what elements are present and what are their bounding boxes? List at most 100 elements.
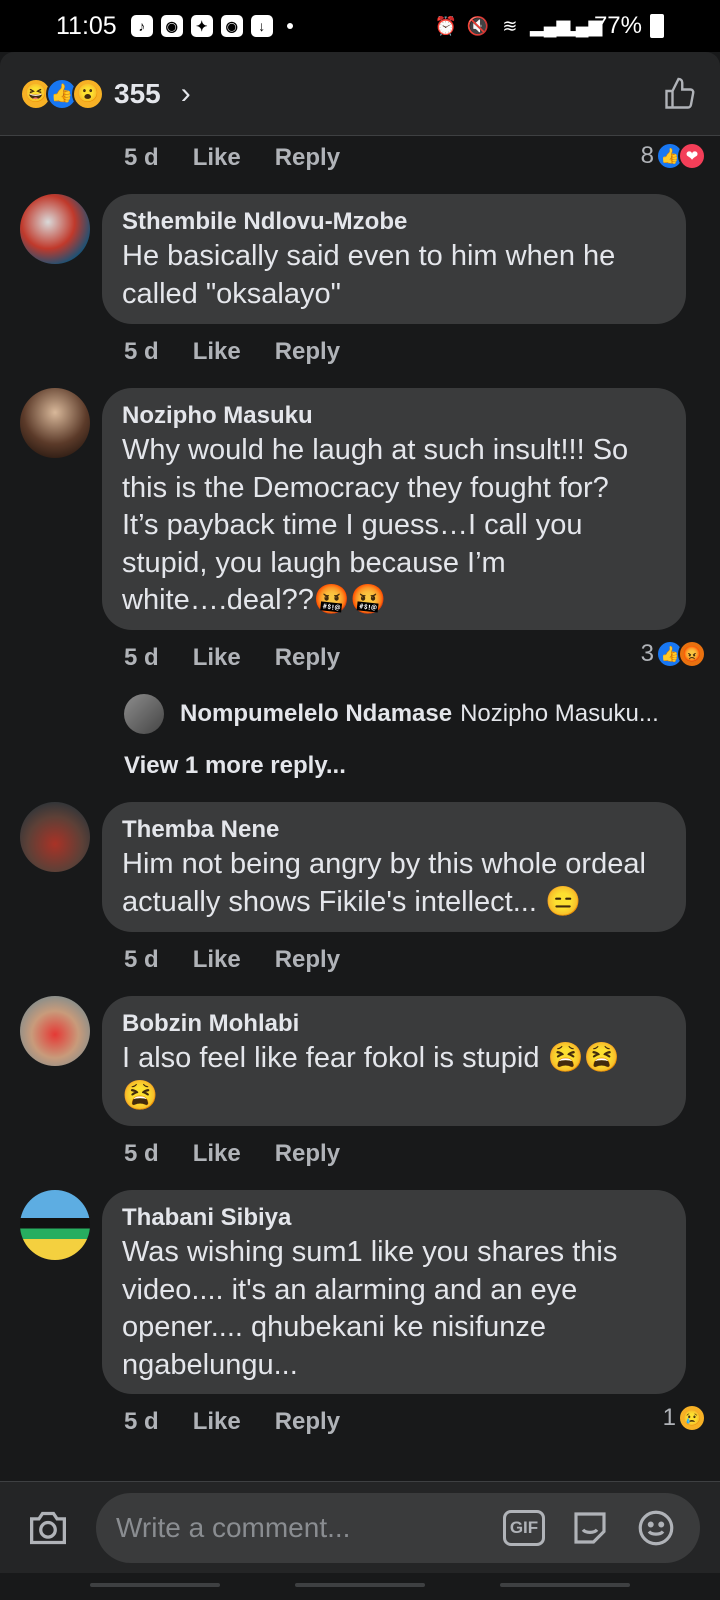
comment-input-wrap: GIF xyxy=(96,1492,700,1563)
comment-text-line: ngabelungu... xyxy=(122,1348,298,1381)
comment-text-line: Why would he laugh at such insult!!! So xyxy=(122,434,629,466)
comment-text-line: Was wishing sum1 like you shares this xyxy=(122,1236,618,1268)
view-more-replies-link[interactable]: View 1 more reply... xyxy=(124,752,346,780)
reply-button[interactable]: Reply xyxy=(275,946,340,974)
status-right: ⏰ 🔇 ≋ ▂▄▆ ▂▄▆ 77% xyxy=(434,12,664,40)
reply-snippet: Nozipho Masuku... xyxy=(460,700,659,727)
comment-text-line: I also feel like fear fokol is stupid 😫😫 xyxy=(122,1042,620,1074)
reply-button[interactable]: Reply xyxy=(275,1408,340,1436)
reaction-summary[interactable]: 😆 👍 😮 xyxy=(20,77,104,110)
gif-icon: GIF xyxy=(503,1509,545,1546)
camera-button[interactable] xyxy=(20,1500,76,1556)
signal-icon-2: ▂▄▆ xyxy=(561,16,603,36)
thumbs-up-icon xyxy=(665,77,695,109)
comment-bubble: Nozipho Masuku Why would he laugh at suc… xyxy=(102,388,686,630)
comment-reactions[interactable]: 1 😢 xyxy=(663,1404,706,1432)
comment-actions: 5 d Like Reply xyxy=(124,1140,374,1168)
comment-text-line: It’s payback time I guess…I call you xyxy=(122,509,583,541)
comment-text-line: white….deal??🤬🤬 xyxy=(122,584,387,616)
status-bar: 11:05 ♪ ◉ ✦ ◉ ↓ ⏰ 🔇 ≋ ▂▄▆ ▂▄▆ 77% xyxy=(0,0,720,52)
battery-percent: 77% xyxy=(593,12,642,39)
comment-text-line: opener.... qhubekani ke nisifunze xyxy=(122,1311,547,1343)
like-post-button[interactable] xyxy=(660,74,700,114)
twitter-icon: ✦ xyxy=(190,15,213,37)
like-button[interactable]: Like xyxy=(193,1140,241,1168)
mute-icon: 🔇 xyxy=(466,16,490,36)
comment: Nozipho Masuku Why would he laugh at suc… xyxy=(20,388,700,648)
reply-preview[interactable]: Nompumelelo Ndamase Nozipho Masuku... xyxy=(124,694,659,734)
status-time: 11:05 xyxy=(56,11,117,40)
comment-author[interactable]: Themba Nene xyxy=(122,814,666,846)
reply-button[interactable]: Reply xyxy=(275,1140,340,1168)
reaction-count: 8 xyxy=(640,142,654,169)
comment: Themba Nene Him not being angry by this … xyxy=(20,802,700,952)
reply-author: Nompumelelo Ndamase xyxy=(180,700,453,727)
avatar[interactable] xyxy=(20,802,90,872)
comment-text-line: 😫 xyxy=(122,1079,159,1112)
wow-reaction-icon: 😮 xyxy=(72,77,104,110)
comment-time: 5 d xyxy=(124,1140,159,1167)
alarm-icon: ⏰ xyxy=(434,16,458,36)
nav-back-handle[interactable] xyxy=(500,1583,630,1587)
comment-bubble: Thabani Sibiya Was wishing sum1 like you… xyxy=(102,1190,686,1394)
comment-time: 5 d xyxy=(124,644,159,671)
reply-button[interactable]: Reply xyxy=(275,644,340,672)
reply-avatar xyxy=(124,694,164,734)
comment-time: 5 d xyxy=(124,946,159,973)
nav-home-handle[interactable] xyxy=(295,1583,425,1587)
reply-button[interactable]: Reply xyxy=(275,144,340,172)
reactions-header: 😆 👍 😮 355 › xyxy=(0,52,720,136)
sticker-button[interactable] xyxy=(566,1504,614,1552)
comment-text-line: video.... it's an alarming and an eye xyxy=(122,1273,578,1306)
comment-author[interactable]: Nozipho Masuku xyxy=(122,400,666,432)
reaction-count: 3 xyxy=(640,640,654,667)
comment-author[interactable]: Thabani Sibiya xyxy=(122,1202,666,1234)
like-button[interactable]: Like xyxy=(193,644,241,672)
more-notifications-dot xyxy=(286,23,293,29)
camera-icon xyxy=(30,1511,66,1544)
comment-time: 5 d xyxy=(124,144,159,171)
avatar[interactable] xyxy=(20,194,90,264)
comment-reactions[interactable]: 8 👍 ❤ xyxy=(641,142,706,170)
comment-text-line: this is the Democracy they fought for? xyxy=(122,471,609,504)
chevron-right-icon[interactable]: › xyxy=(181,77,191,111)
angry-reaction-icon: 😡 xyxy=(678,640,706,668)
reaction-count[interactable]: 355 xyxy=(114,78,161,110)
love-reaction-icon: ❤ xyxy=(678,142,706,170)
comment-input[interactable] xyxy=(116,1511,482,1544)
comment-reactions[interactable]: 3 👍 😡 xyxy=(641,640,706,668)
avatar[interactable] xyxy=(20,996,90,1066)
comment-bubble: Bobzin Mohlabi I also feel like fear fok… xyxy=(102,996,686,1126)
tiktok-icon: ♪ xyxy=(130,15,153,37)
comment-text-line: He basically said even to him when he xyxy=(122,240,616,272)
comment-author[interactable]: Bobzin Mohlabi xyxy=(122,1008,666,1040)
wifi-icon: ≋ xyxy=(502,16,518,36)
comment-text-line: stupid, you laugh because I’m xyxy=(122,546,506,579)
emoji-icon xyxy=(638,1510,674,1545)
reaction-count: 1 xyxy=(662,1404,676,1431)
camera-notification-icon-2: ◉ xyxy=(220,15,243,37)
sad-reaction-icon: 😢 xyxy=(678,1404,706,1432)
like-button[interactable]: Like xyxy=(193,946,241,974)
like-button[interactable]: Like xyxy=(193,1408,241,1436)
comment-actions: 5 d Like Reply xyxy=(124,644,374,672)
comment-author[interactable]: Sthembile Ndlovu-Mzobe xyxy=(122,206,666,238)
gif-button[interactable]: GIF xyxy=(500,1504,548,1552)
reply-button[interactable]: Reply xyxy=(275,338,340,366)
comment-bubble: Themba Nene Him not being angry by this … xyxy=(102,802,686,932)
comment-text-line: called "oksalayo" xyxy=(122,277,341,310)
like-button[interactable]: Like xyxy=(193,144,241,172)
download-icon: ↓ xyxy=(250,15,273,37)
sticker-icon xyxy=(574,1511,606,1544)
avatar[interactable] xyxy=(20,1190,90,1260)
avatar[interactable] xyxy=(20,388,90,458)
comment-text-line: actually shows Fikile's intellect... 😑 xyxy=(122,885,582,918)
like-button[interactable]: Like xyxy=(193,338,241,366)
comment: Thabani Sibiya Was wishing sum1 like you… xyxy=(20,1190,700,1400)
emoji-button[interactable] xyxy=(632,1504,680,1552)
comment-actions: 5 d Like Reply xyxy=(124,1408,374,1436)
comments-list: 5 d Like Reply 8 👍 ❤ Sthembile Ndlovu-Mz… xyxy=(0,136,720,1481)
camera-notification-icon: ◉ xyxy=(160,15,183,37)
nav-recent-handle[interactable] xyxy=(90,1583,220,1587)
comment-actions: 5 d Like Reply xyxy=(124,338,374,366)
